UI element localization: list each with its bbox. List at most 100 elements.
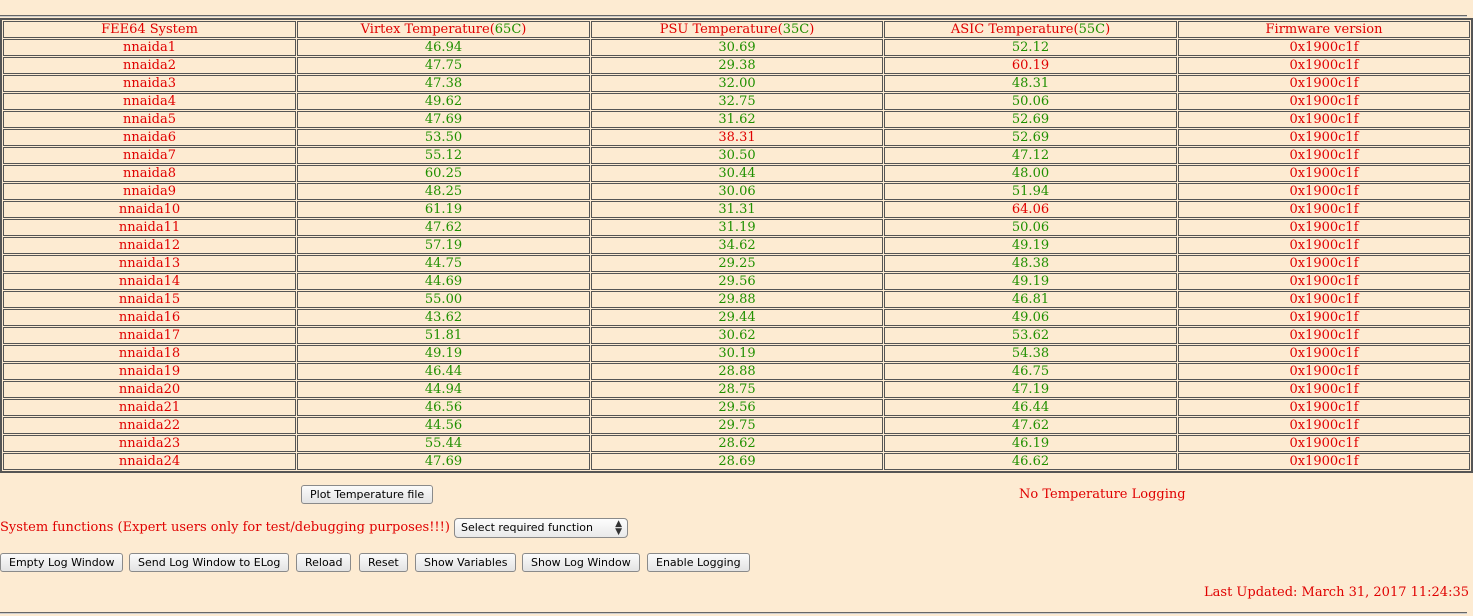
cell-firmware: 0x1900c1f xyxy=(1178,39,1470,56)
header-fee64-system: FEE64 System xyxy=(3,21,296,38)
table-row: nnaida23 55.44 28.62 46.19 0x1900c1f xyxy=(3,435,1470,452)
cell-system: nnaida2 xyxy=(3,57,296,74)
cell-asic: 64.06 xyxy=(884,201,1177,218)
function-select[interactable]: Select required function ▲ ▼ xyxy=(454,518,628,538)
empty-log-window-button[interactable]: Empty Log Window xyxy=(0,553,124,572)
cell-virtex: 61.19 xyxy=(297,201,590,218)
cell-virtex: 55.12 xyxy=(297,147,590,164)
cell-virtex: 47.69 xyxy=(297,453,590,470)
cell-virtex: 44.69 xyxy=(297,273,590,290)
cell-virtex: 43.62 xyxy=(297,309,590,326)
cell-system: nnaida7 xyxy=(3,147,296,164)
header-firmware-version: Firmware version xyxy=(1178,21,1470,38)
cell-virtex: 55.00 xyxy=(297,291,590,308)
cell-psu: 30.62 xyxy=(591,327,883,344)
cell-asic: 48.38 xyxy=(884,255,1177,272)
reload-button[interactable]: Reload xyxy=(296,553,352,572)
cell-virtex: 48.25 xyxy=(297,183,590,200)
cell-firmware: 0x1900c1f xyxy=(1178,129,1470,146)
table-row: nnaida6 53.50 38.31 52.69 0x1900c1f xyxy=(3,129,1470,146)
cell-psu: 32.00 xyxy=(591,75,883,92)
cell-virtex: 51.81 xyxy=(297,327,590,344)
cell-firmware: 0x1900c1f xyxy=(1178,417,1470,434)
cell-virtex: 49.19 xyxy=(297,345,590,362)
cell-psu: 29.25 xyxy=(591,255,883,272)
cell-virtex: 55.44 xyxy=(297,435,590,452)
show-log-window-button[interactable]: Show Log Window xyxy=(522,553,640,572)
cell-firmware: 0x1900c1f xyxy=(1178,435,1470,452)
cell-asic: 48.31 xyxy=(884,75,1177,92)
cell-asic: 46.81 xyxy=(884,291,1177,308)
table-row: nnaida16 43.62 29.44 49.06 0x1900c1f xyxy=(3,309,1470,326)
table-row: nnaida15 55.00 29.88 46.81 0x1900c1f xyxy=(3,291,1470,308)
cell-asic: 46.44 xyxy=(884,399,1177,416)
cell-firmware: 0x1900c1f xyxy=(1178,327,1470,344)
cell-virtex: 44.75 xyxy=(297,255,590,272)
cell-psu: 29.56 xyxy=(591,399,883,416)
cell-asic: 51.94 xyxy=(884,183,1177,200)
cell-virtex: 47.62 xyxy=(297,219,590,236)
cell-firmware: 0x1900c1f xyxy=(1178,201,1470,218)
table-row: nnaida3 47.38 32.00 48.31 0x1900c1f xyxy=(3,75,1470,92)
cell-psu: 34.62 xyxy=(591,237,883,254)
cell-psu: 28.75 xyxy=(591,381,883,398)
cell-asic: 47.19 xyxy=(884,381,1177,398)
plot-temperature-file-button[interactable]: Plot Temperature file xyxy=(301,485,434,504)
top-horizontal-rule xyxy=(0,15,1467,17)
table-row: nnaida4 49.62 32.75 50.06 0x1900c1f xyxy=(3,93,1470,110)
cell-psu: 30.06 xyxy=(591,183,883,200)
table-row: nnaida2 47.75 29.38 60.19 0x1900c1f xyxy=(3,57,1470,74)
cell-asic: 49.19 xyxy=(884,273,1177,290)
cell-psu: 29.56 xyxy=(591,273,883,290)
asic-limit: 55C xyxy=(1078,22,1106,37)
reset-button[interactable]: Reset xyxy=(359,553,408,572)
cell-psu: 30.69 xyxy=(591,39,883,56)
cell-system: nnaida13 xyxy=(3,255,296,272)
cell-asic: 48.00 xyxy=(884,165,1177,182)
select-arrows-icon: ▲ ▼ xyxy=(615,519,622,537)
cell-psu: 30.50 xyxy=(591,147,883,164)
table-header-row: FEE64 System Virtex Temperature(65C) PSU… xyxy=(3,21,1470,38)
cell-virtex: 44.56 xyxy=(297,417,590,434)
cell-psu: 28.62 xyxy=(591,435,883,452)
cell-firmware: 0x1900c1f xyxy=(1178,255,1470,272)
cell-system: nnaida18 xyxy=(3,345,296,362)
cell-virtex: 57.19 xyxy=(297,237,590,254)
cell-system: nnaida9 xyxy=(3,183,296,200)
system-functions-label: System functions (Expert users only for … xyxy=(0,520,450,535)
send-log-to-elog-button[interactable]: Send Log Window to ELog xyxy=(129,553,290,572)
cell-firmware: 0x1900c1f xyxy=(1178,111,1470,128)
cell-psu: 28.88 xyxy=(591,363,883,380)
show-variables-button[interactable]: Show Variables xyxy=(415,553,517,572)
psu-limit: 35C xyxy=(782,22,810,37)
table-row: nnaida24 47.69 28.69 46.62 0x1900c1f xyxy=(3,453,1470,470)
cell-psu: 38.31 xyxy=(591,129,883,146)
cell-firmware: 0x1900c1f xyxy=(1178,237,1470,254)
virtex-limit: 65C xyxy=(494,22,522,37)
bottom-horizontal-rule xyxy=(0,612,1467,614)
header-asic-temperature: ASIC Temperature(55C) xyxy=(884,21,1177,38)
cell-psu: 28.69 xyxy=(591,453,883,470)
cell-system: nnaida16 xyxy=(3,309,296,326)
cell-firmware: 0x1900c1f xyxy=(1178,75,1470,92)
cell-system: nnaida21 xyxy=(3,399,296,416)
cell-psu: 31.19 xyxy=(591,219,883,236)
function-select-value: Select required function xyxy=(461,521,593,534)
cell-asic: 50.06 xyxy=(884,93,1177,110)
cell-firmware: 0x1900c1f xyxy=(1178,183,1470,200)
cell-system: nnaida6 xyxy=(3,129,296,146)
table-row: nnaida10 61.19 31.31 64.06 0x1900c1f xyxy=(3,201,1470,218)
cell-asic: 49.06 xyxy=(884,309,1177,326)
table-row: nnaida22 44.56 29.75 47.62 0x1900c1f xyxy=(3,417,1470,434)
enable-logging-button[interactable]: Enable Logging xyxy=(647,553,750,572)
cell-system: nnaida10 xyxy=(3,201,296,218)
cell-asic: 52.69 xyxy=(884,111,1177,128)
cell-virtex: 46.94 xyxy=(297,39,590,56)
table-row: nnaida8 60.25 30.44 48.00 0x1900c1f xyxy=(3,165,1470,182)
table-row: nnaida5 47.69 31.62 52.69 0x1900c1f xyxy=(3,111,1470,128)
cell-firmware: 0x1900c1f xyxy=(1178,399,1470,416)
cell-virtex: 47.75 xyxy=(297,57,590,74)
cell-system: nnaida14 xyxy=(3,273,296,290)
table-row: nnaida19 46.44 28.88 46.75 0x1900c1f xyxy=(3,363,1470,380)
cell-virtex: 46.44 xyxy=(297,363,590,380)
